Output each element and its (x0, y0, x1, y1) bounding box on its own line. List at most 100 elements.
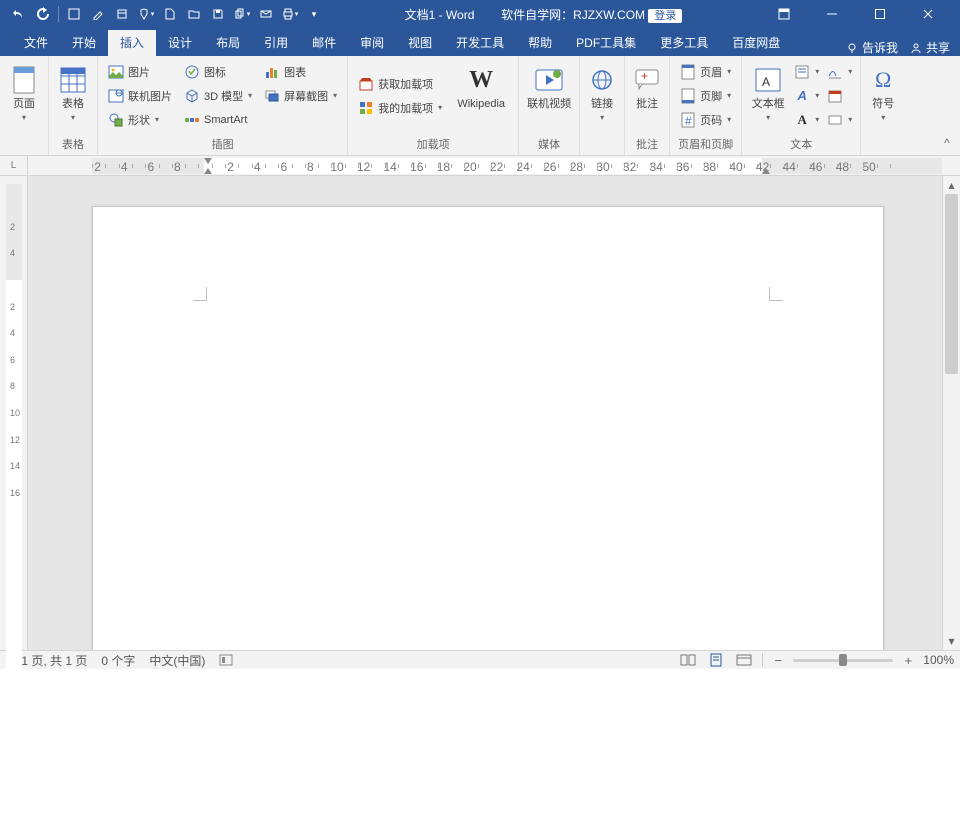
link-button[interactable]: 链接▾ (584, 60, 620, 132)
drop-cap-button[interactable]: A▾ (792, 108, 821, 131)
datetime-button[interactable] (825, 84, 854, 107)
my-addins-button[interactable]: 我的加载项▾ (354, 96, 446, 119)
word-count[interactable]: 0 个字 (101, 652, 135, 669)
web-layout-icon[interactable] (734, 652, 754, 668)
video-icon (533, 64, 565, 96)
tab-layout[interactable]: 布局 (204, 30, 252, 56)
maximize-icon[interactable] (858, 0, 902, 28)
macro-status-icon[interactable] (219, 654, 233, 666)
ruler-v-track[interactable]: 42246810121416 (6, 184, 22, 650)
object-button[interactable]: ▾ (825, 108, 854, 131)
page-number-icon: # (680, 112, 696, 128)
tab-baidu[interactable]: 百度网盘 (720, 30, 792, 56)
group-headerfooter: 页眉▾ 页脚▾ #页码▾ 页眉和页脚 (670, 56, 742, 155)
read-mode-icon[interactable] (678, 652, 698, 668)
group-tables: 表格▾ 表格 (49, 56, 98, 155)
quick-parts-button[interactable]: ▾ (792, 60, 821, 83)
omega-icon: Ω (867, 64, 899, 96)
smartart-button[interactable]: SmartArt (180, 108, 256, 131)
tab-review[interactable]: 审阅 (348, 30, 396, 56)
header-button[interactable]: 页眉▾ (676, 60, 735, 83)
language-status[interactable]: 中文(中国) (149, 652, 205, 669)
online-pictures-button[interactable]: 联机图片 (104, 84, 176, 107)
shapes-button[interactable]: 形状▾ (104, 108, 176, 131)
tab-devtools[interactable]: 开发工具 (444, 30, 516, 56)
group-addins: 获取加载项 我的加载项▾ W Wikipedia 加载项 (348, 56, 519, 155)
tab-file[interactable]: 文件 (12, 30, 60, 56)
3d-models-button[interactable]: 3D 模型▾ (180, 84, 256, 107)
print-icon[interactable]: ▾ (279, 3, 301, 25)
document-area[interactable] (28, 176, 942, 650)
chart-button[interactable]: 图表 (260, 60, 341, 83)
workspace: 42246810121416 ▴ ▾ (0, 176, 960, 650)
tab-selector[interactable]: L (0, 156, 28, 176)
zoom-out-button[interactable]: − (771, 653, 785, 667)
tab-mailings[interactable]: 邮件 (300, 30, 348, 56)
close-icon[interactable] (906, 0, 950, 28)
margin-top-right (769, 287, 783, 301)
tab-pdf[interactable]: PDF工具集 (564, 30, 648, 56)
zoom-thumb[interactable] (839, 654, 847, 666)
textbox-button[interactable]: A 文本框▾ (746, 60, 790, 132)
comment-button[interactable]: + 批注 (629, 60, 665, 132)
wordart-icon: A (794, 88, 810, 104)
margin-top-left (193, 287, 207, 301)
collapse-ribbon-icon[interactable]: ^ (938, 135, 956, 151)
cover-page-button[interactable]: 页面▾ (4, 60, 44, 132)
undo-icon[interactable] (8, 3, 30, 25)
first-line-indent-icon[interactable] (204, 158, 212, 164)
qat-icon-1[interactable] (63, 3, 85, 25)
svg-text:+: + (641, 69, 648, 83)
qat-icon-2[interactable] (87, 3, 109, 25)
zoom-slider[interactable] (793, 659, 893, 662)
zoom-in-button[interactable]: + (901, 653, 915, 667)
online-video-button[interactable]: 联机视频 (523, 60, 575, 132)
print-layout-icon[interactable] (706, 652, 726, 668)
signature-button[interactable]: ▾ (825, 60, 854, 83)
qat-icon-3[interactable] (111, 3, 133, 25)
tab-more[interactable]: 更多工具 (648, 30, 720, 56)
wikipedia-button[interactable]: W Wikipedia (448, 60, 514, 132)
share-button[interactable]: 共享 (910, 39, 950, 56)
screenshot-button[interactable]: 屏幕截图▾ (260, 84, 341, 107)
minimize-icon[interactable] (810, 0, 854, 28)
statusbar: 第 1 页, 共 1 页 0 个字 中文(中国) − + 100% (0, 650, 960, 669)
right-indent-icon[interactable] (762, 168, 770, 174)
group-links: 链接▾ (580, 56, 625, 155)
ribbon-options-icon[interactable] (762, 0, 806, 28)
comment-icon: + (631, 64, 663, 96)
group-label-addins: 加载项 (352, 134, 514, 155)
redo-icon[interactable] (32, 3, 54, 25)
tab-insert[interactable]: 插入 (108, 30, 156, 56)
login-button[interactable]: 登录 (648, 9, 682, 23)
symbol-button[interactable]: Ω 符号▾ (865, 60, 901, 132)
footer-button[interactable]: 页脚▾ (676, 84, 735, 107)
get-addins-button[interactable]: 获取加载项 (354, 72, 446, 95)
open-icon[interactable] (183, 3, 205, 25)
page[interactable] (92, 206, 884, 650)
email-icon[interactable] (255, 3, 277, 25)
tab-design[interactable]: 设计 (156, 30, 204, 56)
qat-icon-4[interactable]: ▾ (135, 3, 157, 25)
scroll-thumb[interactable] (945, 194, 958, 374)
scroll-up-icon[interactable]: ▴ (943, 176, 960, 194)
tab-home[interactable]: 开始 (60, 30, 108, 56)
ruler-h-track[interactable]: 8642246810121416182022242628303234363840… (92, 158, 942, 174)
scroll-down-icon[interactable]: ▾ (943, 632, 960, 650)
qat-icon-8[interactable]: ▾ (231, 3, 253, 25)
tab-references[interactable]: 引用 (252, 30, 300, 56)
hanging-indent-icon[interactable] (204, 168, 212, 174)
page-number-button[interactable]: #页码▾ (676, 108, 735, 131)
table-button[interactable]: 表格▾ (53, 60, 93, 132)
tell-me-button[interactable]: 告诉我 (846, 39, 898, 56)
pictures-button[interactable]: 图片 (104, 60, 176, 83)
new-doc-icon[interactable] (159, 3, 181, 25)
wordart-button[interactable]: A▾ (792, 84, 821, 107)
tab-view[interactable]: 视图 (396, 30, 444, 56)
save-icon[interactable] (207, 3, 229, 25)
icons-button[interactable]: 图标 (180, 60, 256, 83)
vertical-scrollbar[interactable]: ▴ ▾ (942, 176, 960, 650)
tab-help[interactable]: 帮助 (516, 30, 564, 56)
zoom-level[interactable]: 100% (923, 653, 954, 667)
qat-customize-icon[interactable]: ▾ (303, 3, 325, 25)
